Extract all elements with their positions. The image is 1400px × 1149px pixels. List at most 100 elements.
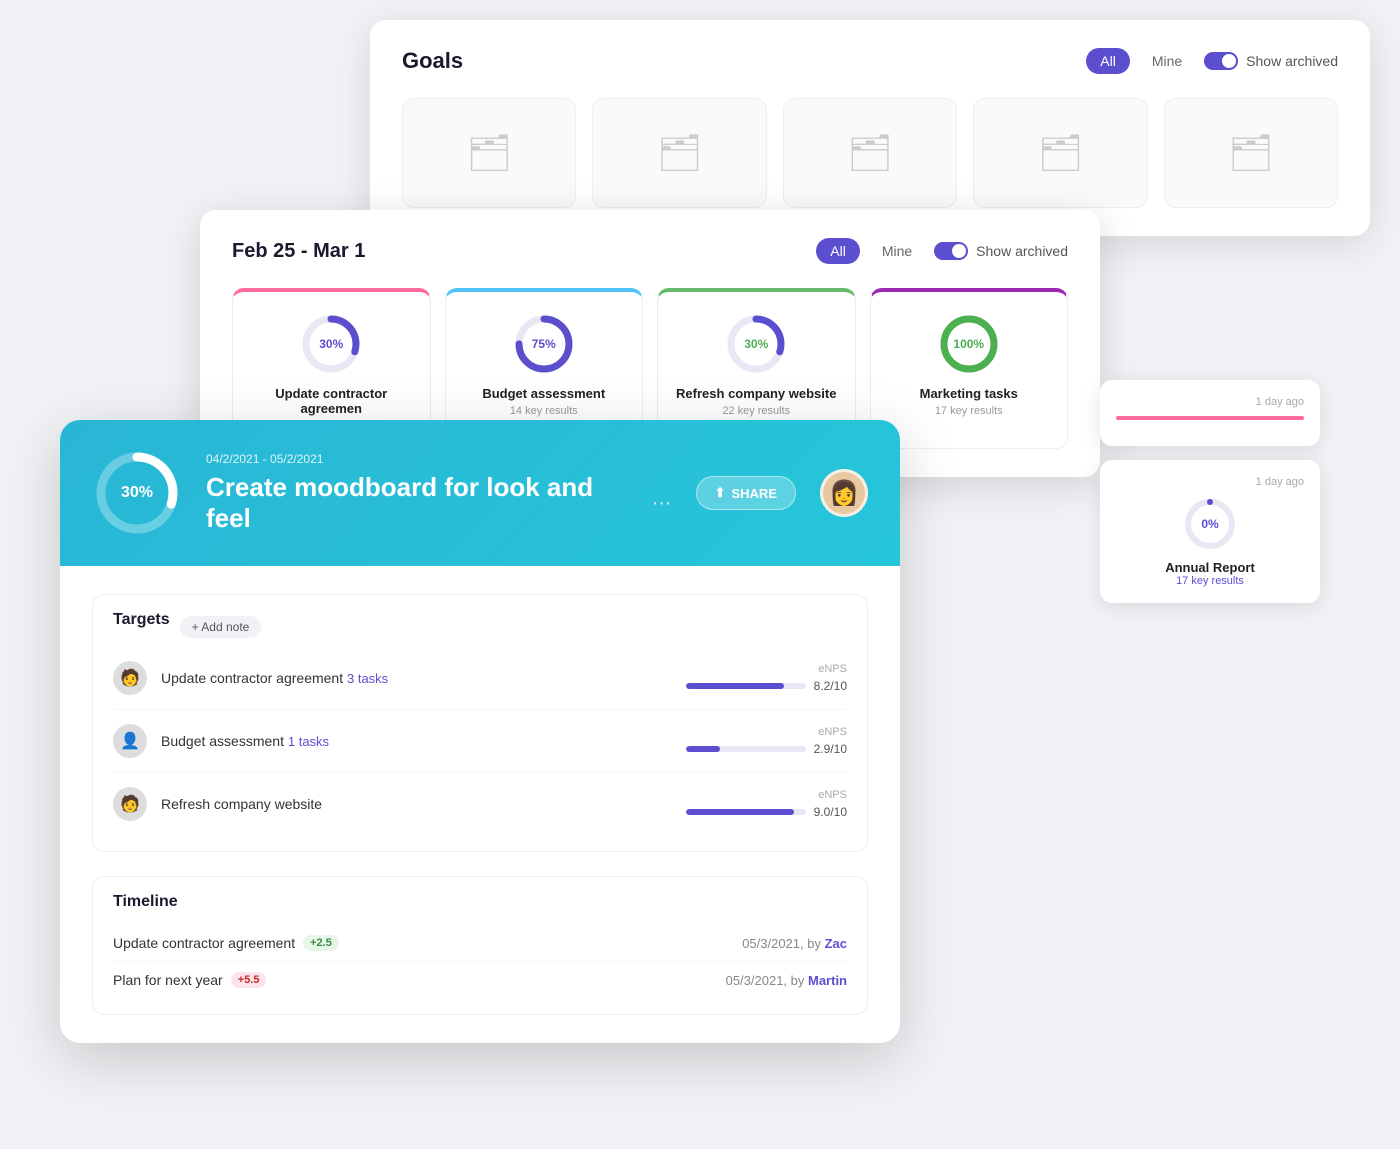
target-name-2: Budget assessment 1 tasks — [161, 733, 672, 749]
timeline-meta-1: 05/3/2021, by Zac — [742, 936, 847, 951]
target-3-bar-fill — [686, 809, 794, 815]
target-1-tasks-link[interactable]: 3 tasks — [347, 671, 388, 686]
detail-panel-body: Targets + Add note 🧑 Update contractor a… — [60, 566, 900, 1043]
right-card-2-donut: 0% — [1116, 496, 1304, 552]
goal-card-4-sub: 17 key results — [935, 405, 1003, 417]
mid-panel-header: Feb 25 - Mar 1 All Mine Show archived — [232, 238, 1068, 264]
detail-title: Create moodboard for look and feel — [206, 472, 636, 534]
donut-75-blue: 75% — [512, 312, 576, 376]
target-row-1: 🧑 Update contractor agreement 3 tasks eN… — [113, 647, 847, 710]
goal-card-2-name: Budget assessment — [482, 386, 605, 401]
mid-filter-group: All Mine Show archived — [816, 238, 1068, 264]
target-2-tasks-link[interactable]: 1 tasks — [288, 734, 329, 749]
right-card-2-time: 1 day ago — [1116, 476, 1304, 488]
donut-100-purple: 100% — [937, 312, 1001, 376]
share-button[interactable]: ⬆ SHARE — [696, 476, 796, 510]
mid-filter-all[interactable]: All — [816, 238, 860, 264]
right-panel: 1 day ago 1 day ago 0% Annual Report 17 … — [1100, 380, 1320, 603]
targets-header: Targets + Add note — [113, 611, 847, 643]
share-icon: ⬆ — [715, 485, 726, 501]
donut-30-green: 30% — [724, 312, 788, 376]
goals-panel-title: Goals — [402, 48, 463, 74]
add-note-button[interactable]: + Add note — [180, 616, 262, 638]
timeline-row-1: Update contractor agreement +2.5 05/3/20… — [113, 925, 847, 962]
timeline-name-2: Plan for next year +5.5 — [113, 972, 726, 988]
detail-big-donut: 30% — [92, 448, 182, 538]
timeline-author-2: Martin — [808, 973, 847, 988]
goals-filter-all[interactable]: All — [1086, 48, 1130, 74]
folder-card[interactable]: 🗂 — [1164, 98, 1338, 208]
timeline-section: Timeline Update contractor agreement +2.… — [92, 876, 868, 1015]
detail-percent-label: 30% — [121, 484, 153, 502]
target-1-bar-bg — [686, 683, 806, 689]
right-card-1-bar — [1116, 416, 1304, 420]
targets-section: Targets + Add note 🧑 Update contractor a… — [92, 594, 868, 852]
folder-card[interactable]: 🗂 — [402, 98, 576, 208]
goal-card-1-name: Update contractor agreemen — [247, 386, 416, 416]
target-metric-2: eNPS 2.9/10 — [686, 726, 847, 756]
target-1-metric-label: eNPS — [686, 663, 847, 675]
folder-cards-list: 🗂 🗂 🗂 🗂 🗂 — [402, 98, 1338, 208]
folder-icon: 🗂 — [657, 132, 703, 174]
timeline-meta-2: 05/3/2021, by Martin — [726, 973, 847, 988]
mid-show-archived-toggle[interactable] — [934, 242, 968, 260]
timeline-author-1: Zac — [825, 936, 847, 951]
goal-card-2-sub: 14 key results — [510, 405, 578, 417]
target-2-value: 2.9/10 — [814, 742, 847, 756]
folder-icon: 🗂 — [466, 132, 512, 174]
target-1-bar-fill — [686, 683, 784, 689]
goal-card-4[interactable]: 100% Marketing tasks 17 key results — [870, 288, 1069, 449]
target-3-value: 9.0/10 — [814, 805, 847, 819]
target-metric-1: eNPS 8.2/10 — [686, 663, 847, 693]
target-2-bar-wrap: 2.9/10 — [686, 742, 847, 756]
target-row-3: 🧑 Refresh company website eNPS 9.0/10 — [113, 773, 847, 835]
detail-date: 04/2/2021 - 05/2/2021 — [206, 452, 672, 466]
right-card-1-time: 1 day ago — [1116, 396, 1304, 408]
right-card-annual[interactable]: 1 day ago 0% Annual Report 17 key result… — [1100, 460, 1320, 603]
mid-panel-title: Feb 25 - Mar 1 — [232, 240, 365, 263]
timeline-badge-1: +2.5 — [303, 935, 339, 951]
target-3-bar-bg — [686, 809, 806, 815]
avatar: 👩 — [820, 469, 868, 517]
mid-filter-mine[interactable]: Mine — [868, 238, 926, 264]
folder-icon: 🗂 — [847, 132, 893, 174]
target-avatar-2: 👤 — [113, 724, 147, 758]
donut-30-pink: 30% — [299, 312, 363, 376]
folder-card[interactable]: 🗂 — [592, 98, 766, 208]
detail-panel: 30% 04/2/2021 - 05/2/2021 Create moodboa… — [60, 420, 900, 1043]
goals-filter-group: All Mine Show archived — [1086, 48, 1338, 74]
timeline-title: Timeline — [113, 893, 847, 911]
target-1-bar-wrap: 8.2/10 — [686, 679, 847, 693]
goal-card-3-sub: 22 key results — [722, 405, 790, 417]
goal-card-4-name: Marketing tasks — [920, 386, 1018, 401]
target-3-bar-wrap: 9.0/10 — [686, 805, 847, 819]
target-2-bar-fill — [686, 746, 721, 752]
timeline-name-1: Update contractor agreement +2.5 — [113, 935, 742, 951]
detail-header-info: 04/2/2021 - 05/2/2021 Create moodboard f… — [206, 452, 672, 534]
target-metric-3: eNPS 9.0/10 — [686, 789, 847, 819]
target-1-value: 8.2/10 — [814, 679, 847, 693]
right-card-top[interactable]: 1 day ago — [1100, 380, 1320, 446]
folder-card[interactable]: 🗂 — [783, 98, 957, 208]
timeline-badge-2: +5.5 — [231, 972, 267, 988]
target-name-1: Update contractor agreement 3 tasks — [161, 670, 672, 686]
target-row-2: 👤 Budget assessment 1 tasks eNPS 2.9/10 — [113, 710, 847, 773]
target-2-metric-label: eNPS — [686, 726, 847, 738]
right-card-2-name: Annual Report — [1116, 560, 1304, 575]
show-archived-toggle[interactable] — [1204, 52, 1238, 70]
folder-icon: 🗂 — [1228, 132, 1274, 174]
target-2-bar-bg — [686, 746, 806, 752]
folder-card[interactable]: 🗂 — [973, 98, 1147, 208]
goals-panel: Goals All Mine Show archived 🗂 🗂 🗂 🗂 🗂 — [370, 20, 1370, 236]
show-archived-label: Show archived — [1246, 53, 1338, 69]
goals-filter-mine[interactable]: Mine — [1138, 48, 1196, 74]
detail-panel-header: 30% 04/2/2021 - 05/2/2021 Create moodboa… — [60, 420, 900, 566]
folder-icon: 🗂 — [1038, 132, 1084, 174]
timeline-row-2: Plan for next year +5.5 05/3/2021, by Ma… — [113, 962, 847, 998]
target-3-metric-label: eNPS — [686, 789, 847, 801]
target-avatar-1: 🧑 — [113, 661, 147, 695]
more-options-icon[interactable]: ··· — [652, 492, 672, 515]
targets-title: Targets — [113, 611, 170, 629]
right-card-2-sub: 17 key results — [1116, 575, 1304, 587]
target-name-3: Refresh company website — [161, 796, 672, 812]
